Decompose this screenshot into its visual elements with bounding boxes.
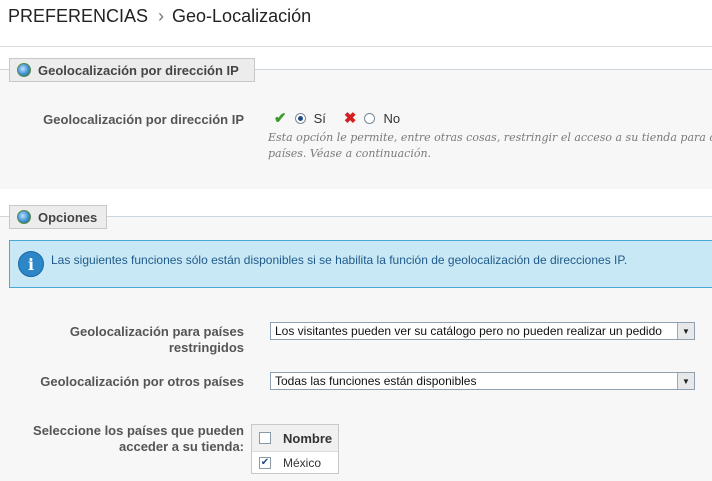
page-header: PREFERENCIAS › Geo-Localización xyxy=(0,0,712,47)
hint-line-1: Esta opción le permite, entre otras cosa… xyxy=(268,131,712,144)
legend-title: Geolocalización por dirección IP xyxy=(38,62,239,78)
radio-yes[interactable] xyxy=(294,112,306,124)
table-row: ✔ México xyxy=(252,452,338,474)
ip-geolocation-toggle: ✔ Sí ✖ No xyxy=(274,109,400,127)
select-value: Todas las funciones están disponibles xyxy=(275,374,477,388)
select-value: Los visitantes pueden ver su catálogo pe… xyxy=(275,324,662,338)
country-checkbox[interactable]: ✔ xyxy=(259,457,271,469)
globe-icon xyxy=(17,210,31,224)
ip-geolocation-label: Geolocalización por dirección IP xyxy=(43,112,244,127)
countries-table-header: Nombre xyxy=(252,425,338,452)
info-icon: i xyxy=(18,251,44,277)
other-countries-label: Geolocalización por otros países xyxy=(40,374,244,389)
countries-table: Nombre ✔ México xyxy=(251,424,339,474)
page-title: Geo-Localización xyxy=(172,6,312,26)
ip-geolocation-panel xyxy=(0,69,712,189)
globe-icon xyxy=(17,63,31,77)
chevron-down-icon[interactable]: ▼ xyxy=(677,373,694,389)
breadcrumb-section[interactable]: PREFERENCIAS xyxy=(8,6,148,26)
other-countries-select[interactable]: Todas las funciones están disponibles ▼ xyxy=(270,372,695,390)
chevron-right-icon: › xyxy=(158,6,165,26)
info-alert: i Las siguientes funciones sólo están di… xyxy=(9,240,712,288)
column-header-name: Nombre xyxy=(283,430,333,446)
ip-geolocation-hint: Esta opción le permite, entre otras cosa… xyxy=(268,130,712,162)
chevron-down-icon[interactable]: ▼ xyxy=(677,323,694,339)
options-legend: Opciones xyxy=(9,205,107,229)
radio-no-label[interactable]: No xyxy=(383,111,400,126)
restricted-countries-label: Geolocalización para países restringidos xyxy=(20,324,244,356)
check-icon: ✔ xyxy=(274,110,287,127)
legend-title: Opciones xyxy=(38,209,98,225)
restricted-label-line-1: Geolocalización para países xyxy=(69,324,244,339)
info-text: Las siguientes funciones sólo están disp… xyxy=(51,253,628,267)
restricted-label-line-2: restringidos xyxy=(168,340,244,355)
breadcrumb: PREFERENCIAS › Geo-Localización xyxy=(8,6,311,27)
hint-line-2: países. Véase a continuación. xyxy=(268,147,432,160)
countries-label-line-1: Seleccione los países que pueden xyxy=(33,423,244,438)
country-name: México xyxy=(283,456,322,470)
select-all-checkbox[interactable] xyxy=(259,432,271,444)
countries-label-line-2: acceder a su tienda: xyxy=(119,439,244,454)
cross-icon: ✖ xyxy=(343,110,357,127)
restricted-countries-select[interactable]: Los visitantes pueden ver su catálogo pe… xyxy=(270,322,695,340)
radio-no[interactable] xyxy=(364,112,376,124)
radio-yes-label[interactable]: Sí xyxy=(314,111,326,126)
ip-geolocation-legend: Geolocalización por dirección IP xyxy=(9,58,255,82)
allowed-countries-label: Seleccione los países que pueden acceder… xyxy=(20,423,244,455)
